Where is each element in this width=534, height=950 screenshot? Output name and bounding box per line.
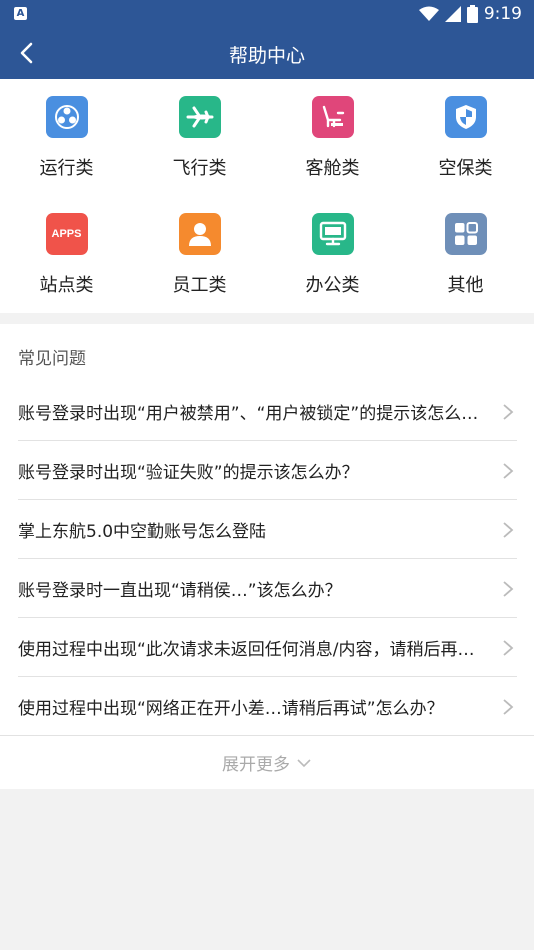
faq-panel: 常见问题 账号登录时出现“用户被禁用”、“用户被锁定”的提示该怎么办？ 账号登录… [0, 324, 534, 789]
faq-item[interactable]: 账号登录时出现“用户被禁用”、“用户被锁定”的提示该怎么办？ [18, 382, 517, 441]
chevron-down-icon [297, 758, 311, 767]
chevron-right-icon [503, 699, 514, 715]
signal-icon [444, 6, 461, 22]
expand-more-label: 展开更多 [222, 755, 290, 775]
person-icon [178, 213, 221, 255]
clock: 9:19 [483, 4, 522, 24]
apps-icon-text: APPS [51, 228, 82, 240]
faq-item[interactable]: 使用过程中出现“网络正在开小差…请稍后再试”怎么办？ [18, 677, 517, 736]
battery-icon [466, 5, 478, 23]
faq-item[interactable]: 账号登录时一直出现“请稍侯…”该怎么办？ [18, 559, 517, 618]
chevron-right-icon [503, 581, 514, 597]
seat-icon [311, 96, 354, 138]
faq-question: 掌上东航5.0中空勤账号怎么登陆 [18, 522, 267, 542]
faq-question: 使用过程中出现“网络正在开小差…请稍后再试”怎么办？ [18, 699, 444, 719]
wifi-icon [418, 6, 439, 21]
faq-question: 账号登录时一直出现“请稍侯…”该怎么办？ [18, 581, 342, 601]
faq-question: 账号登录时出现“验证失败”的提示该怎么办？ [18, 463, 359, 483]
faq-question: 账号登录时出现“用户被禁用”、“用户被锁定”的提示该怎么办？ [18, 404, 488, 424]
category-label: 客舱类 [305, 158, 360, 179]
category-flight[interactable]: 飞行类 [133, 79, 266, 189]
expand-more-button[interactable]: 展开更多 [0, 736, 534, 789]
faq-item[interactable]: 账号登录时出现“验证失败”的提示该怎么办？ [18, 441, 517, 500]
page-title: 帮助中心 [228, 45, 305, 67]
operations-icon [45, 96, 88, 138]
chevron-right-icon [503, 522, 514, 538]
category-security[interactable]: 空保类 [399, 79, 532, 189]
faq-question: 使用过程中出现“此次请求未返回任何消息/内容，请稍后再试”怎么办？ [18, 640, 488, 660]
category-staff[interactable]: 员工类 [133, 196, 266, 306]
category-grid: 运行类 飞行类 客舱类 空保类 APPS 站点类 员工类 办公类 其他 [0, 79, 534, 313]
nav-bar: 帮助中心 [0, 28, 534, 79]
apps-icon: APPS [45, 213, 88, 255]
category-label: 站点类 [39, 275, 94, 296]
category-label: 员工类 [172, 275, 227, 296]
category-label: 办公类 [305, 275, 360, 296]
category-label: 空保类 [438, 158, 493, 179]
category-other[interactable]: 其他 [399, 196, 532, 306]
app-notification-icon: A [14, 7, 27, 20]
chevron-right-icon [503, 404, 514, 420]
status-bar: A 9:19 [0, 0, 534, 28]
category-label: 运行类 [39, 158, 94, 179]
status-icons: 9:19 [418, 4, 522, 24]
monitor-icon [311, 213, 354, 255]
category-label: 其他 [447, 275, 484, 296]
faq-heading: 常见问题 [18, 349, 86, 369]
chevron-right-icon [503, 463, 514, 479]
category-office[interactable]: 办公类 [266, 196, 399, 306]
airplane-icon [178, 96, 221, 138]
faq-item[interactable]: 使用过程中出现“此次请求未返回任何消息/内容，请稍后再试”怎么办？ [18, 618, 517, 677]
grid-icon [444, 213, 487, 255]
category-stations[interactable]: APPS 站点类 [0, 196, 133, 306]
category-label: 飞行类 [172, 158, 227, 179]
faq-item[interactable]: 掌上东航5.0中空勤账号怎么登陆 [18, 500, 517, 559]
shield-icon [444, 96, 487, 138]
chevron-right-icon [503, 640, 514, 656]
category-operations[interactable]: 运行类 [0, 79, 133, 189]
category-cabin[interactable]: 客舱类 [266, 79, 399, 189]
